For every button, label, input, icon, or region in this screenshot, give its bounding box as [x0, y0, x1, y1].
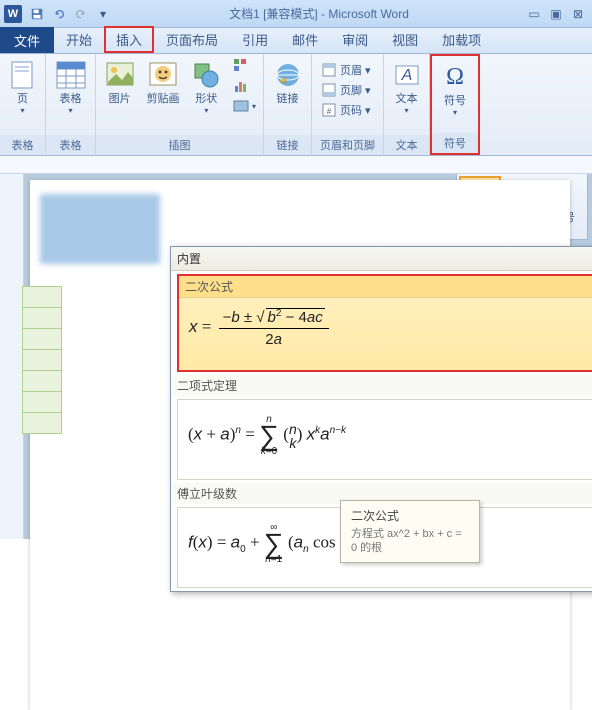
window-title: 文档1 [兼容模式] - Microsoft Word [114, 5, 524, 22]
footer-icon [321, 82, 337, 98]
equation-tooltip: 二次公式 方程式 ax^2 + bx + c = 0 的根 [340, 500, 480, 563]
equation-item-quadratic[interactable]: 二次公式 x = −b ± √b2 − 4ac2a [177, 274, 592, 372]
shapes-icon [190, 59, 222, 91]
close-button[interactable]: ⊠ [568, 6, 588, 22]
document-area: π 公式▾ Ω 符号▾ # 编号 内置 二次公式 x = −b ± √b2 − … [0, 174, 592, 539]
tooltip-description: 方程式 ax^2 + bx + c = 0 的根 [351, 527, 469, 556]
restore-button[interactable]: ▣ [546, 6, 566, 22]
tab-references[interactable]: 引用 [230, 26, 280, 53]
group-illustrations-label: 插图 [96, 135, 263, 155]
table-button[interactable]: 表格▾ [50, 57, 91, 117]
pages-button[interactable]: 页▾ [4, 57, 41, 117]
tab-mailings[interactable]: 邮件 [280, 26, 330, 53]
tooltip-title: 二次公式 [351, 507, 469, 524]
picture-button[interactable]: 图片 [100, 57, 139, 108]
group-text-label: 文本 [384, 135, 429, 155]
chart-icon [233, 78, 249, 94]
tab-layout[interactable]: 页面布局 [154, 26, 230, 53]
header-icon [321, 62, 337, 78]
group-tables-label: 表格 [46, 135, 95, 155]
document-page[interactable]: 内置 二次公式 x = −b ± √b2 − 4ac2a 二项式定理 (x + … [30, 180, 570, 710]
omega-icon: Ω [439, 61, 471, 93]
tab-home[interactable]: 开始 [54, 26, 104, 53]
tab-view[interactable]: 视图 [380, 26, 430, 53]
title-bar: W ▾ 文档1 [兼容模式] - Microsoft Word ▭ ▣ ⊠ [0, 0, 592, 28]
header-button[interactable]: 页眉 ▾ [318, 61, 374, 79]
ribbon: 页▾ 表格 表格▾ 表格 图片 剪贴画 形状▾ [0, 54, 592, 156]
group-pages-label: 表格 [0, 135, 45, 155]
ribbon-tabs: 文件 开始 插入 页面布局 引用 邮件 审阅 视图 加载项 [0, 28, 592, 54]
picture-icon [104, 59, 136, 91]
svg-text:A: A [400, 67, 412, 84]
gallery-header: 内置 [171, 247, 592, 271]
smartart-button[interactable] [230, 57, 259, 75]
pagenumber-icon: # [321, 102, 337, 118]
clipart-icon [147, 59, 179, 91]
shapes-button[interactable]: 形状▾ [187, 57, 226, 117]
horizontal-ruler[interactable] [0, 156, 592, 174]
screenshot-icon [233, 98, 249, 114]
page-icon [7, 59, 39, 91]
binomial-label: 二项式定理 [171, 375, 592, 396]
tab-addins[interactable]: 加载项 [430, 26, 493, 53]
qat-undo-button[interactable] [49, 4, 69, 24]
screenshot-button[interactable]: ▾ [230, 97, 259, 115]
minimize-button[interactable]: ▭ [524, 6, 544, 22]
group-symbols-label: 符号 [432, 133, 478, 153]
word-logo-icon: W [4, 5, 22, 23]
pagenumber-button[interactable]: #页码 ▾ [318, 101, 374, 119]
chart-button[interactable] [230, 77, 259, 95]
qat-redo-button[interactable] [71, 4, 91, 24]
vertical-ruler[interactable] [0, 174, 24, 539]
tab-file[interactable]: 文件 [0, 27, 54, 53]
qat-save-button[interactable] [27, 4, 47, 24]
hyperlink-icon [272, 59, 304, 91]
svg-text:#: # [327, 107, 332, 116]
quadratic-label: 二次公式 [179, 276, 592, 298]
hyperlink-button[interactable]: 链接 [268, 57, 307, 108]
smartart-icon [233, 58, 249, 74]
symbol-button[interactable]: Ω 符号▾ [436, 59, 474, 119]
footer-button[interactable]: 页脚 ▾ [318, 81, 374, 99]
table-cells [22, 286, 62, 433]
textbox-icon: A [391, 59, 423, 91]
equation-item-binomial[interactable]: (x + a)n = n∑k=0 (nk) xkan−k [177, 399, 592, 480]
textbox-button[interactable]: A 文本▾ [388, 57, 425, 117]
qat-customize-dropdown[interactable]: ▾ [93, 4, 113, 24]
tab-review[interactable]: 审阅 [330, 26, 380, 53]
tab-insert[interactable]: 插入 [104, 26, 154, 53]
table-icon [55, 59, 87, 91]
clipart-button[interactable]: 剪贴画 [141, 57, 184, 108]
group-headerfooter-label: 页眉和页脚 [312, 135, 383, 155]
blurred-content [40, 194, 160, 264]
group-links-label: 链接 [264, 135, 311, 155]
